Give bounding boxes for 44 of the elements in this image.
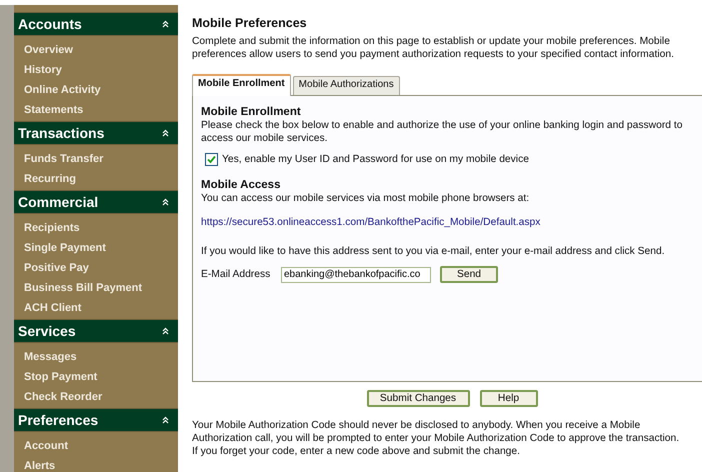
section-header[interactable]: Accounts xyxy=(14,12,178,36)
sidebar-link[interactable]: Business Bill Payment xyxy=(24,282,142,294)
sidebar-link[interactable]: Statements xyxy=(24,104,84,116)
sidebar-link[interactable]: Online Activity xyxy=(24,84,101,96)
sidebar-link[interactable]: Alerts xyxy=(24,460,56,472)
sidebar-link[interactable]: ACH Client xyxy=(24,302,82,314)
sidebar-link[interactable]: Messages xyxy=(24,351,77,363)
sidebar-link[interactable]: Stop Payment xyxy=(24,371,98,383)
send-button[interactable]: Send xyxy=(440,266,498,283)
section-header[interactable]: Services xyxy=(14,319,178,343)
field-label: E-Mail Address xyxy=(201,269,272,280)
sidebar-link[interactable]: Account xyxy=(24,440,68,452)
sidebar-link[interactable]: Check Reorder xyxy=(24,391,102,403)
footer-note: Your Mobile Authorization Code should never be disclosed to anybody. When you receive a Mobile Authorization call, you will be prompted to enter your Mobile Authorization Code to approve the transaction. If you forget your code, enter a new code above and submit the change. xyxy=(192,419,680,458)
tab[interactable]: Mobile Enrollment xyxy=(192,74,291,96)
section-header[interactable]: Preferences xyxy=(14,408,178,432)
page-title: Mobile Preferences xyxy=(192,16,308,30)
collapse-icon[interactable] xyxy=(162,20,169,28)
collapse-icon[interactable] xyxy=(162,416,169,424)
section-header[interactable]: Transactions xyxy=(14,121,178,145)
section-heading: Mobile Enrollment xyxy=(201,106,302,118)
sidebar-link[interactable]: Funds Transfer xyxy=(24,153,104,165)
sidebar-link[interactable]: Overview xyxy=(24,44,73,56)
section-heading: Mobile Access xyxy=(201,179,282,191)
page-description: Complete and submit the information on this page to establish or update your mobile preferences. Mobile preferences allow users to send you payment authorization requests to your specified contact information. xyxy=(192,35,674,61)
email-instructions: If you would like to have this address sent to you via e-mail, enter your e-mail address and click Send. xyxy=(201,245,666,258)
help-button[interactable]: Help xyxy=(480,390,538,407)
enrollment-text: Please check the box below to enable and authorize the use of your online banking login and password to access our mobile services. xyxy=(201,119,684,145)
access-text: You can access our mobile services via most mobile phone browsers at: xyxy=(201,192,530,205)
tab[interactable]: Mobile Authorizations xyxy=(292,76,400,95)
sidebar-link[interactable]: History xyxy=(24,64,62,76)
sidebar-link[interactable]: Positive Pay xyxy=(24,262,89,274)
submit-button[interactable]: Submit Changes xyxy=(366,390,470,407)
sidebar-link[interactable]: Recurring xyxy=(24,173,76,185)
sidebar-link[interactable]: Recipients xyxy=(24,222,80,234)
checkbox-label: Yes, enable my User ID and Password for use on my mobile device xyxy=(222,154,529,165)
collapse-icon[interactable] xyxy=(162,327,169,335)
email-field[interactable]: ebanking@thebankofpacific.co xyxy=(281,266,431,282)
mobile-link[interactable]: https://secure53.onlineaccess1.com/BankofthePacific_Mobile/Default.aspx xyxy=(201,217,702,228)
checkbox[interactable] xyxy=(205,153,218,166)
sidebar-link[interactable]: Single Payment xyxy=(24,242,106,254)
collapse-icon[interactable] xyxy=(162,129,169,137)
collapse-icon[interactable] xyxy=(162,198,169,206)
section-header[interactable]: Commercial xyxy=(14,190,178,214)
